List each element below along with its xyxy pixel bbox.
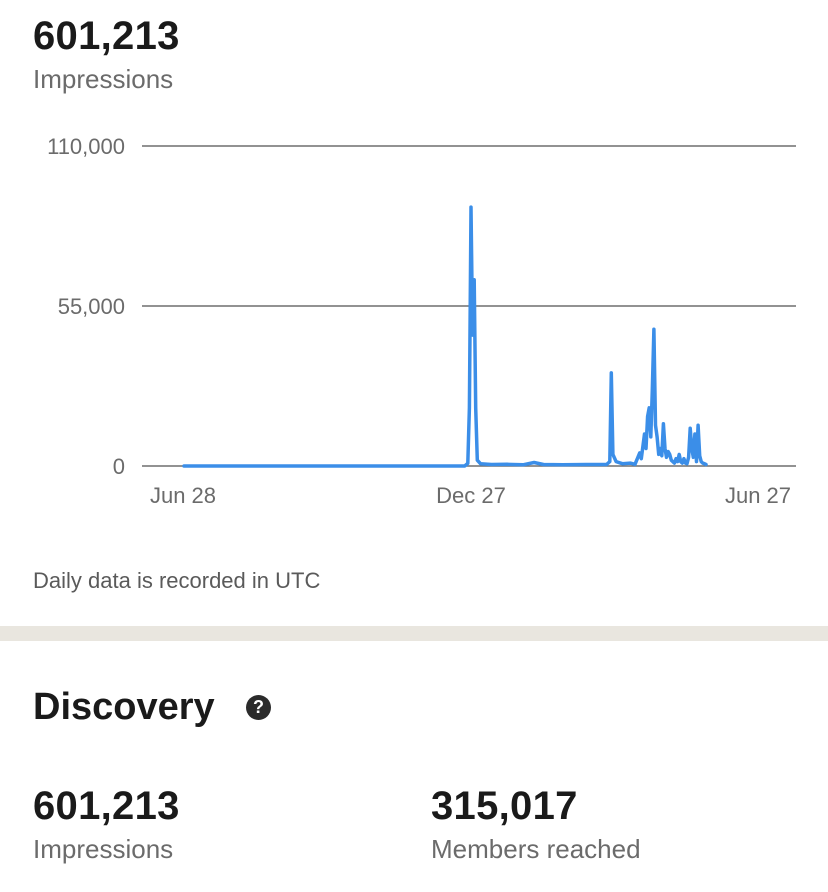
section-divider [0,626,828,641]
impressions-chart: 110,000 55,000 0 Jun 28 Dec 27 Jun 27 [47,134,796,508]
discovery-impressions-value: 601,213 [33,784,180,828]
y-tick-label: 0 [113,454,125,479]
impressions-series-line [182,205,708,468]
chart-series [182,205,708,468]
help-icon[interactable]: ? [246,695,271,720]
x-tick-label: Jun 28 [150,483,216,508]
y-tick-label: 55,000 [58,294,125,319]
y-tick-label: 110,000 [47,134,125,159]
impressions-total: 601,213 [33,14,180,58]
members-reached-label: Members reached [431,834,641,864]
discovery-impressions-label: Impressions [33,834,174,864]
x-tick-label: Jun 27 [725,483,791,508]
discovery-title: Discovery [33,686,215,728]
x-tick-label: Dec 27 [436,483,506,508]
impressions-label: Impressions [33,64,174,94]
utc-footnote: Daily data is recorded in UTC [33,568,321,593]
chart-x-axis-labels: Jun 28 Dec 27 Jun 27 [150,483,791,508]
members-reached-value: 315,017 [431,784,578,828]
chart-y-axis-labels: 110,000 55,000 0 [47,134,125,479]
